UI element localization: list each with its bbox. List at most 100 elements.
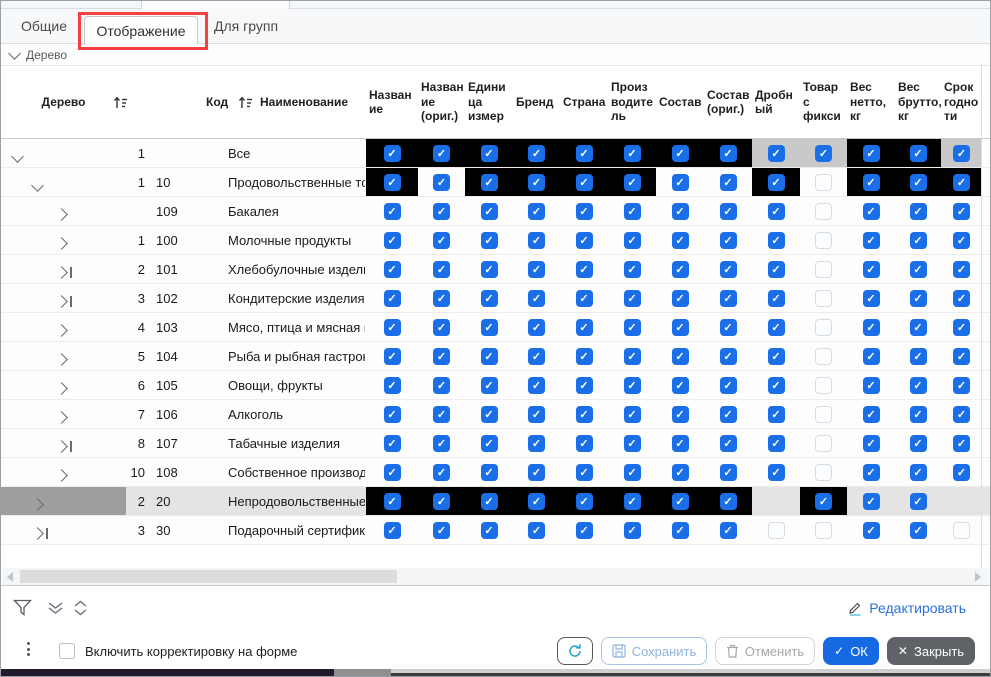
checkbox-checked[interactable]: ✓ [528, 290, 545, 307]
checkbox-cell[interactable]: ✓ [895, 168, 941, 196]
checkbox-checked[interactable]: ✓ [672, 261, 689, 278]
chevron-right-icon[interactable] [57, 235, 66, 253]
chevron-right-icon[interactable] [57, 351, 66, 369]
checkbox-checked[interactable]: ✓ [433, 522, 450, 539]
checkbox-unchecked[interactable] [815, 290, 832, 307]
chevron-right-icon[interactable] [57, 264, 72, 282]
checkbox-checked[interactable]: ✓ [433, 290, 450, 307]
checkbox-checked[interactable]: ✓ [576, 377, 593, 394]
checkbox-checked[interactable]: ✓ [528, 464, 545, 481]
checkbox-cell[interactable]: ✓ [895, 458, 941, 486]
checkbox-cell[interactable]: ✓ [704, 400, 752, 428]
checkbox-checked[interactable]: ✓ [433, 145, 450, 162]
cancel-button[interactable]: Отменить [715, 637, 815, 665]
chevron-right-icon[interactable] [57, 380, 66, 398]
checkbox-cell[interactable]: ✓ [418, 197, 465, 225]
checkbox-checked[interactable]: ✓ [576, 435, 593, 452]
checkbox-checked[interactable]: ✓ [576, 522, 593, 539]
checkbox-checked[interactable]: ✓ [384, 377, 401, 394]
checkbox-unchecked[interactable] [815, 435, 832, 452]
checkbox-checked[interactable]: ✓ [481, 464, 498, 481]
checkbox-checked[interactable]: ✓ [528, 406, 545, 423]
checkbox-unchecked[interactable] [815, 522, 832, 539]
checkbox-checked[interactable]: ✓ [384, 232, 401, 249]
checkbox-cell[interactable]: ✓ [941, 284, 982, 312]
checkbox-cell[interactable]: ✓ [704, 168, 752, 196]
checkbox-cell[interactable]: ✓ [941, 255, 982, 283]
checkbox-checked[interactable]: ✓ [624, 174, 641, 191]
checkbox-cell[interactable]: ✓ [418, 255, 465, 283]
checkbox-checked[interactable]: ✓ [768, 261, 785, 278]
checkbox-checked[interactable]: ✓ [768, 203, 785, 220]
checkbox-cell[interactable]: ✓ [941, 458, 982, 486]
column-header-checkbox-2[interactable]: Едини ца измер [465, 66, 513, 138]
filter-icon[interactable] [13, 599, 32, 622]
tree-section-header[interactable]: Дерево [1, 44, 990, 65]
checkbox-cell[interactable]: ✓ [656, 226, 704, 254]
checkbox-cell[interactable]: ✓ [418, 371, 465, 399]
chevron-right-icon[interactable] [57, 409, 66, 427]
checkbox-checked[interactable]: ✓ [672, 203, 689, 220]
column-header-checkbox-7[interactable]: Состав (ориг.) [704, 66, 752, 138]
checkbox-cell[interactable]: ✓ [752, 458, 800, 486]
checkbox-cell[interactable]: ✓ [847, 487, 895, 515]
checkbox-cell[interactable]: ✓ [366, 516, 418, 544]
chevron-down-icon[interactable] [33, 177, 42, 195]
checkbox-checked[interactable]: ✓ [953, 319, 970, 336]
tree-row[interactable]: 220Непродовольственные товары✓✓✓✓✓✓✓✓✓✓✓ [1, 487, 990, 516]
checkbox-cell[interactable] [800, 516, 847, 544]
checkbox-checked[interactable]: ✓ [953, 261, 970, 278]
tab-obschie[interactable]: Общие [21, 18, 67, 34]
checkbox-cell[interactable]: ✓ [608, 313, 656, 341]
checkbox-checked[interactable]: ✓ [953, 348, 970, 365]
checkbox-cell[interactable]: ✓ [418, 313, 465, 341]
checkbox-checked[interactable]: ✓ [433, 203, 450, 220]
scroll-left-arrow-icon[interactable] [7, 572, 13, 582]
checkbox-cell[interactable] [800, 400, 847, 428]
checkbox-cell[interactable]: ✓ [513, 197, 560, 225]
checkbox-cell[interactable]: ✓ [704, 313, 752, 341]
checkbox-checked[interactable]: ✓ [863, 435, 880, 452]
checkbox-cell[interactable]: ✓ [366, 139, 418, 167]
checkbox-cell[interactable]: ✓ [656, 487, 704, 515]
checkbox-cell[interactable]: ✓ [847, 168, 895, 196]
checkbox-checked[interactable]: ✓ [672, 319, 689, 336]
tree-row[interactable]: 330Подарочный сертификат✓✓✓✓✓✓✓✓✓✓ [1, 516, 990, 545]
kebab-menu-icon[interactable] [27, 642, 30, 656]
checkbox-cell[interactable]: ✓ [847, 458, 895, 486]
column-header-checkbox-11[interactable]: Вес брутто, кг [895, 66, 941, 138]
checkbox-checked[interactable]: ✓ [384, 435, 401, 452]
checkbox-cell[interactable]: ✓ [656, 516, 704, 544]
sort-ascending-icon[interactable] [238, 96, 253, 112]
checkbox-cell[interactable] [800, 284, 847, 312]
checkbox-checked[interactable]: ✓ [863, 348, 880, 365]
checkbox-cell[interactable]: ✓ [941, 400, 982, 428]
checkbox-checked[interactable]: ✓ [672, 232, 689, 249]
checkbox-checked[interactable]: ✓ [953, 174, 970, 191]
checkbox-checked[interactable]: ✓ [720, 377, 737, 394]
checkbox-cell[interactable]: ✓ [752, 371, 800, 399]
checkbox-cell[interactable] [800, 429, 847, 457]
checkbox-checked[interactable]: ✓ [528, 145, 545, 162]
column-header-checkbox-0[interactable]: Назван ие [366, 66, 418, 138]
checkbox-checked[interactable]: ✓ [433, 319, 450, 336]
checkbox-cell[interactable]: ✓ [847, 255, 895, 283]
checkbox-checked[interactable]: ✓ [815, 145, 832, 162]
checkbox-cell[interactable]: ✓ [752, 284, 800, 312]
checkbox-unchecked[interactable] [815, 377, 832, 394]
checkbox-cell[interactable]: ✓ [418, 429, 465, 457]
checkbox-checked[interactable]: ✓ [672, 406, 689, 423]
checkbox-checked[interactable]: ✓ [720, 319, 737, 336]
checkbox-unchecked[interactable] [768, 522, 785, 539]
chevron-right-icon[interactable] [57, 293, 72, 311]
checkbox-checked[interactable]: ✓ [863, 261, 880, 278]
checkbox-checked[interactable]: ✓ [481, 290, 498, 307]
checkbox-checked[interactable]: ✓ [384, 174, 401, 191]
checkbox-cell[interactable]: ✓ [752, 429, 800, 457]
checkbox-checked[interactable]: ✓ [720, 174, 737, 191]
checkbox-cell[interactable]: ✓ [847, 284, 895, 312]
checkbox-checked[interactable]: ✓ [528, 319, 545, 336]
checkbox-cell[interactable]: ✓ [560, 429, 608, 457]
checkbox-cell[interactable]: ✓ [656, 284, 704, 312]
checkbox-checked[interactable]: ✓ [953, 290, 970, 307]
